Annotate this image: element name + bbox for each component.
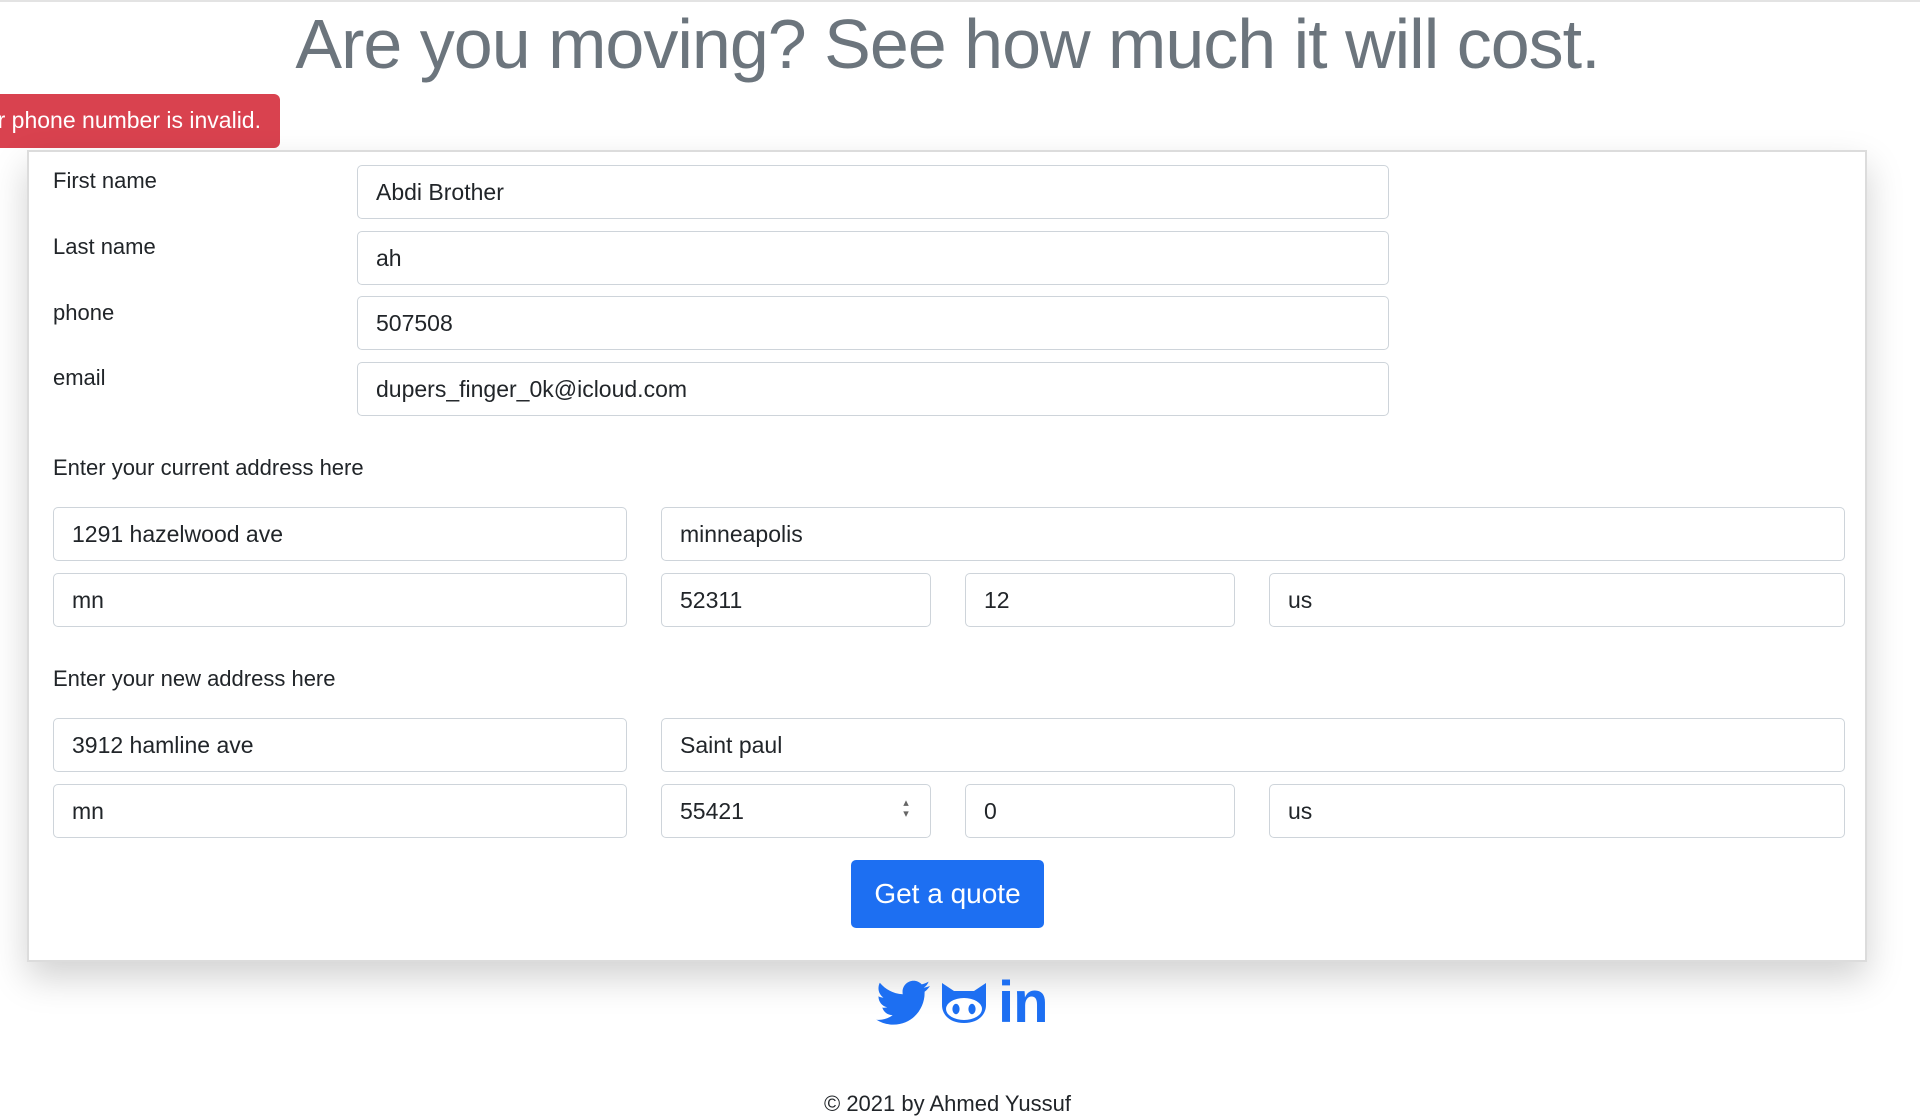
twitter-icon xyxy=(876,980,930,1025)
new-country-input[interactable] xyxy=(1269,784,1845,838)
number-stepper-icon[interactable]: ▴ ▾ xyxy=(899,798,913,822)
current-zip-input[interactable] xyxy=(661,573,931,627)
email-input[interactable] xyxy=(357,362,1389,416)
new-zip-field: ▴▾ xyxy=(661,784,931,838)
linkedin-icon: in xyxy=(998,970,1049,1035)
linkedin-link[interactable]: in xyxy=(998,970,1049,1035)
phone-input[interactable] xyxy=(357,296,1389,350)
error-alert: r phone number is invalid. xyxy=(0,94,280,148)
first-name-label: First name xyxy=(53,168,157,193)
new-unit-input[interactable] xyxy=(965,784,1235,838)
current-unit-input[interactable] xyxy=(965,573,1235,627)
top-divider xyxy=(0,0,1920,2)
last-name-input[interactable] xyxy=(357,231,1389,285)
github-icon xyxy=(942,983,986,1023)
current-city-input[interactable] xyxy=(661,507,1845,561)
new-street-input[interactable] xyxy=(53,718,627,772)
last-name-label: Last name xyxy=(53,234,156,259)
first-name-input[interactable] xyxy=(357,165,1389,219)
new-address-heading: Enter your new address here xyxy=(53,666,336,691)
email-label: email xyxy=(53,365,106,390)
new-zip-input[interactable] xyxy=(661,784,931,838)
github-link[interactable] xyxy=(938,978,990,1028)
footer-copyright: © 2021 by Ahmed Yussuf xyxy=(824,1091,1071,1116)
twitter-link[interactable] xyxy=(876,978,930,1028)
current-country-input[interactable] xyxy=(1269,573,1845,627)
new-state-input[interactable] xyxy=(53,784,627,838)
current-street-input[interactable] xyxy=(53,507,627,561)
quote-form-card: First name Last name phone email Enter y… xyxy=(27,150,1867,962)
current-state-input[interactable] xyxy=(53,573,627,627)
new-city-input[interactable] xyxy=(661,718,1845,772)
get-quote-button[interactable]: Get a quote xyxy=(851,860,1044,928)
current-address-heading: Enter your current address here xyxy=(53,455,364,480)
phone-label: phone xyxy=(53,300,115,325)
error-alert-text: r phone number is invalid. xyxy=(0,107,261,133)
page-title: Are you moving? See how much it will cos… xyxy=(295,5,1600,83)
